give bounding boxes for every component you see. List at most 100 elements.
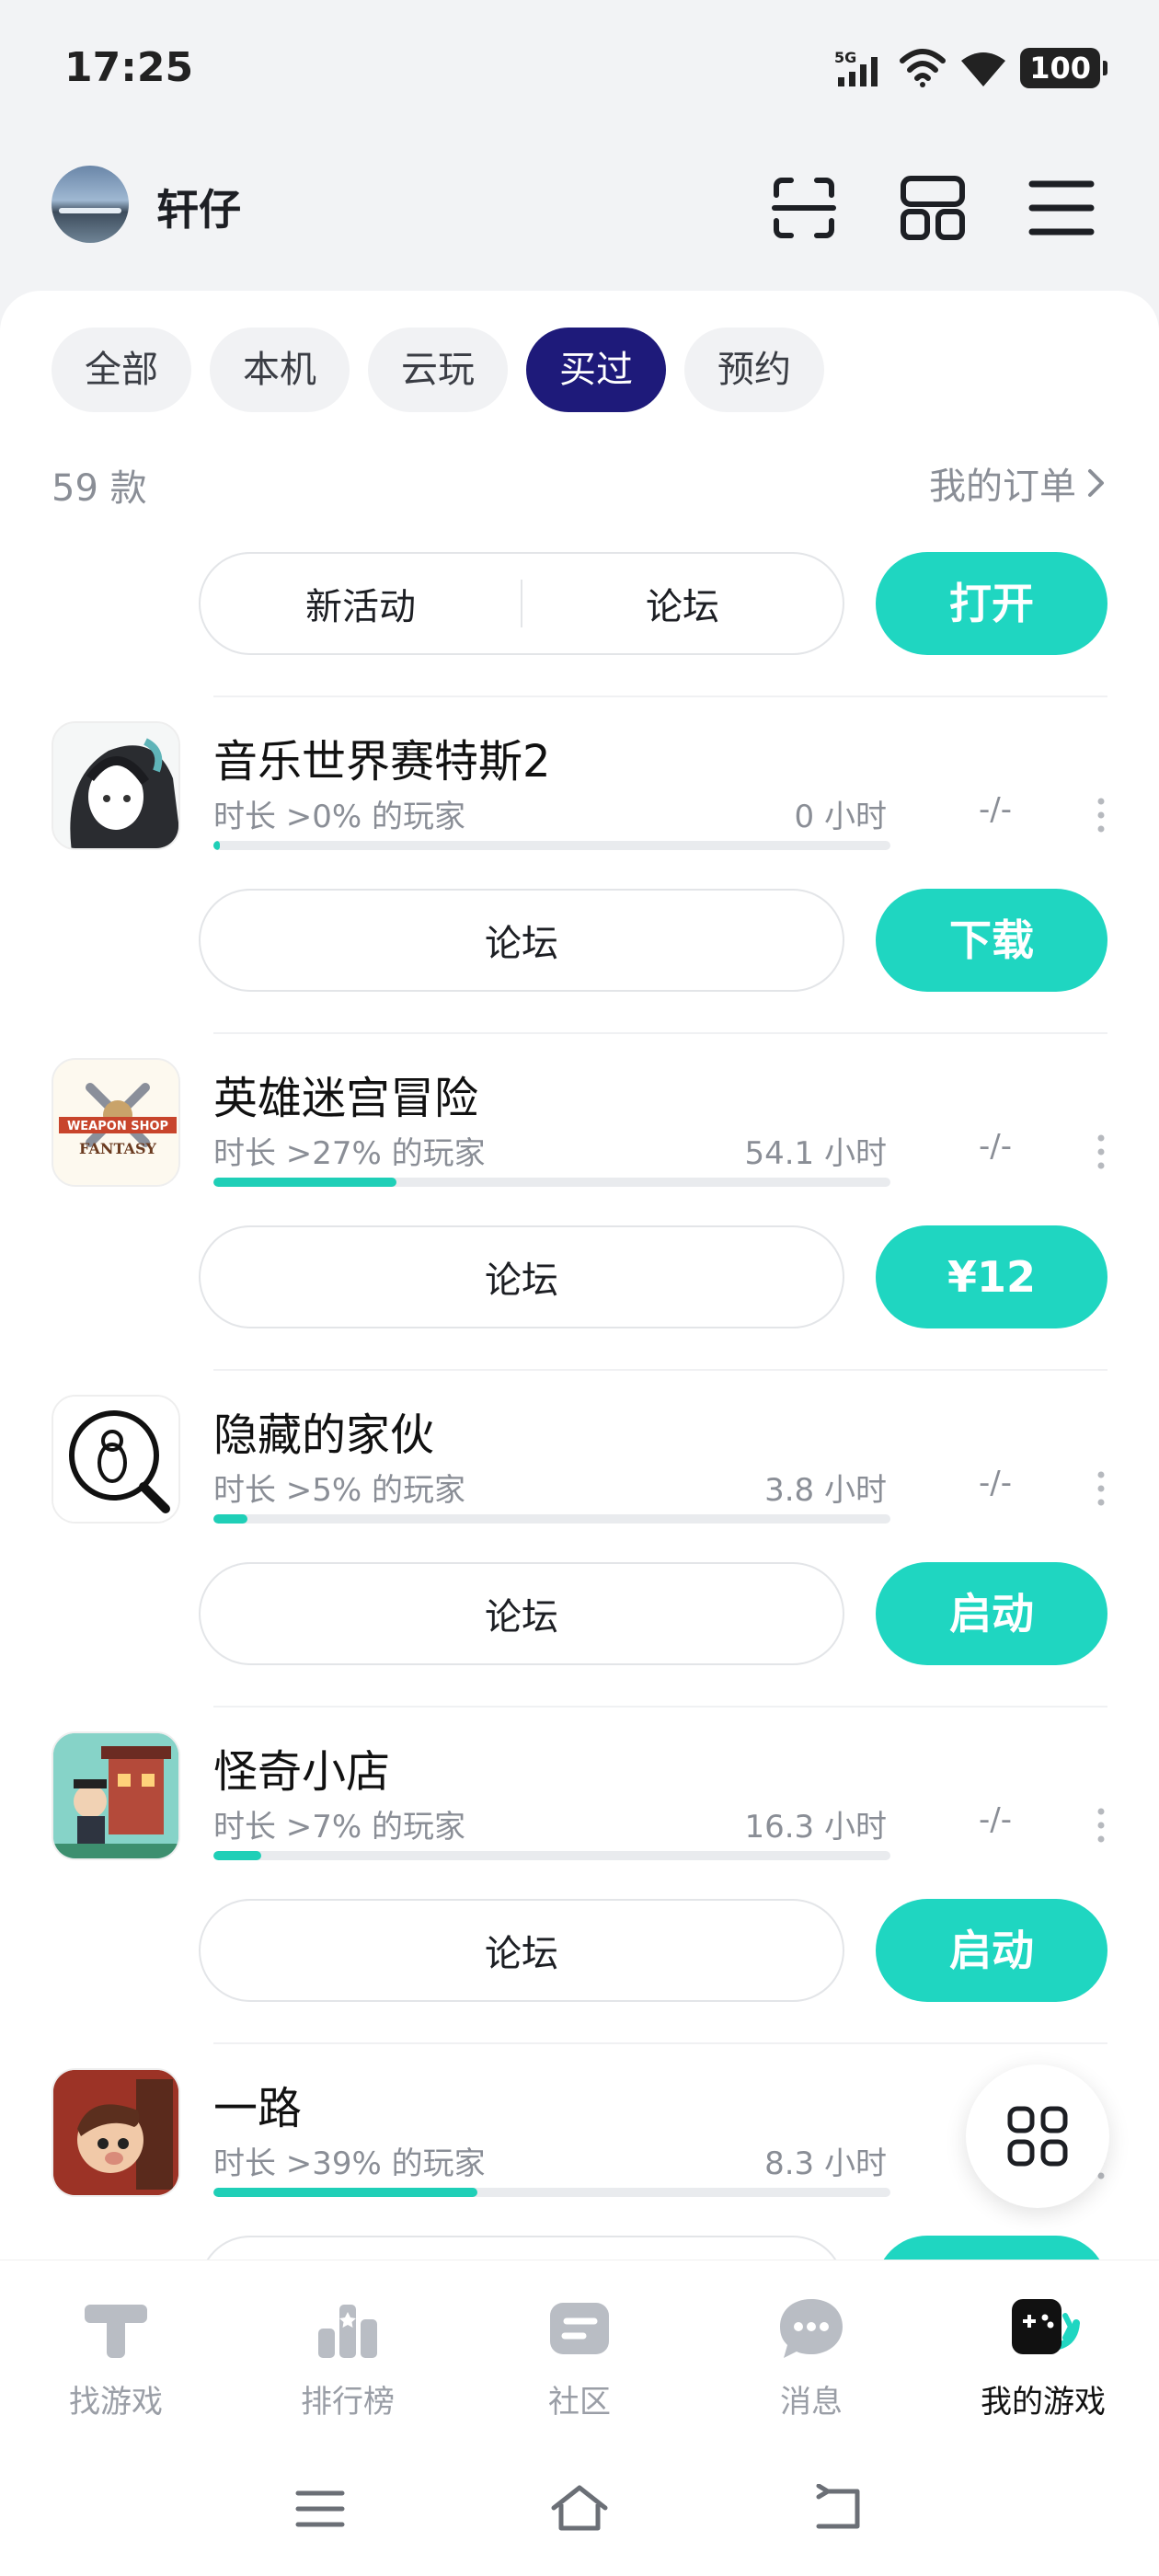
divider: [213, 1032, 1107, 1034]
progress-fill: [213, 1851, 261, 1860]
nav-my-games[interactable]: 我的游戏: [927, 2260, 1159, 2453]
nav-label: 排行榜: [301, 2384, 395, 2421]
game-icon: [52, 2068, 180, 2197]
game-icon: [52, 1731, 180, 1860]
layout-grid-icon[interactable]: [898, 173, 968, 243]
rating: -/-: [979, 1128, 1012, 1165]
game-item[interactable]: 隐藏的家伙 时长 >5% 的玩家 3.8 小时 -/- 论坛 启动: [0, 1395, 1159, 1731]
playtime-stat: 时长 >5% 的玩家: [213, 1472, 466, 1509]
floating-grid-button[interactable]: [966, 2064, 1109, 2208]
tab-local[interactable]: 本机: [210, 328, 350, 412]
playtime-stat: 时长 >39% 的玩家: [213, 2145, 486, 2182]
game-list[interactable]: 新活动 论坛 打开 音乐世界赛特斯2 时长 >0% 的玩家 0 小时 -/- 论…: [0, 532, 1159, 2260]
launch-button[interactable]: 启动: [876, 1562, 1107, 1665]
game-title: 音乐世界赛特斯2: [213, 736, 551, 788]
game-icon: WEAPON SHOP FANTASY: [52, 1058, 180, 1187]
more-options-icon[interactable]: [1095, 1470, 1107, 1507]
app-header: 轩仔: [0, 156, 1159, 258]
more-options-icon[interactable]: [1095, 1133, 1107, 1170]
tab-all[interactable]: 全部: [52, 328, 191, 412]
svg-text:WEAPON SHOP: WEAPON SHOP: [67, 1120, 168, 1133]
menu-icon[interactable]: [1027, 173, 1096, 243]
new-activity-button[interactable]: 新活动: [201, 577, 521, 630]
tab-purchased[interactable]: 买过: [526, 328, 666, 412]
grid-icon: [1007, 2106, 1068, 2167]
message-icon: [780, 2299, 843, 2358]
progress-fill: [213, 2188, 478, 2197]
wifi-icon: [900, 49, 947, 87]
game-title: 隐藏的家伙: [213, 1409, 435, 1461]
anime-girl-art-icon: [53, 723, 178, 848]
system-navigation-bar: [0, 2453, 1159, 2576]
nav-ranking[interactable]: 排行榜: [232, 2260, 464, 2453]
progress-bar: [213, 1851, 890, 1860]
progress-fill: [213, 841, 221, 850]
more-options-icon[interactable]: [1095, 1807, 1107, 1844]
forum-button[interactable]: 论坛: [201, 1250, 843, 1304]
playtime-hours: 3.8 小时: [764, 1472, 887, 1509]
home-icon[interactable]: [548, 2482, 611, 2534]
nav-messages[interactable]: 消息: [695, 2260, 927, 2453]
content-card: 全部 本机 云玩 买过 预约 59 款 我的订单 新活动 论坛 打开 音乐世界赛…: [0, 291, 1159, 2260]
launch-button[interactable]: 启动: [876, 1899, 1107, 2002]
my-orders-link[interactable]: 我的订单: [929, 456, 1107, 510]
rating: -/-: [979, 791, 1012, 828]
weapon-shop-logo-icon: WEAPON SHOP FANTASY: [53, 1060, 178, 1185]
battery-indicator: 100: [1020, 48, 1107, 88]
forum-button[interactable]: 论坛: [201, 914, 843, 967]
rating: -/-: [979, 1801, 1012, 1838]
launch-button[interactable]: 启动: [876, 2236, 1107, 2260]
my-orders-label: 我的订单: [929, 466, 1076, 508]
forum-button[interactable]: 论坛: [201, 1587, 843, 1640]
progress-bar: [213, 841, 890, 850]
chevron-right-icon: [1088, 469, 1104, 497]
nav-find-games[interactable]: 找游戏: [0, 2260, 232, 2453]
nav-label: 消息: [780, 2384, 843, 2421]
status-icons: 5G 100: [834, 48, 1107, 88]
cartoon-boy-icon: [53, 2070, 178, 2195]
buy-price-button[interactable]: ¥12: [876, 1225, 1107, 1328]
game-icon: [52, 721, 180, 850]
secondary-actions: 论坛: [199, 2236, 844, 2260]
nav-community[interactable]: 社区: [464, 2260, 695, 2453]
game-item[interactable]: WEAPON SHOP FANTASY 英雄迷宫冒险 时长 >27% 的玩家 5…: [0, 1058, 1159, 1395]
svg-text:5G: 5G: [834, 49, 856, 66]
playtime-hours: 16.3 小时: [744, 1809, 887, 1846]
back-icon[interactable]: [809, 2484, 865, 2534]
username[interactable]: 轩仔: [156, 177, 241, 237]
game-item[interactable]: 音乐世界赛特斯2 时长 >0% 的玩家 0 小时 -/- 论坛 下载: [0, 721, 1159, 1058]
playtime-hours: 54.1 小时: [744, 1135, 887, 1172]
open-button[interactable]: 打开: [876, 552, 1107, 655]
bottom-navigation: 找游戏 排行榜 社区 消息 我的游戏: [0, 2260, 1159, 2453]
community-icon: [550, 2303, 609, 2354]
progress-fill: [213, 1514, 247, 1524]
avatar[interactable]: [52, 166, 129, 243]
wifi-icon-secondary: [961, 52, 1006, 86]
tab-reserved[interactable]: 预约: [684, 328, 824, 412]
magnifier-character-icon: [53, 1397, 178, 1522]
forum-button[interactable]: 论坛: [522, 577, 843, 630]
tab-cloud[interactable]: 云玩: [368, 328, 508, 412]
secondary-actions: 论坛: [199, 1562, 844, 1665]
progress-fill: [213, 1178, 396, 1187]
nav-label: 找游戏: [69, 2384, 163, 2421]
filter-tabs: 全部 本机 云玩 买过 预约: [52, 328, 824, 412]
recent-apps-icon[interactable]: [293, 2486, 348, 2532]
more-options-icon[interactable]: [1095, 797, 1107, 834]
playtime-stat: 时长 >7% 的玩家: [213, 1809, 466, 1846]
forum-button[interactable]: 论坛: [201, 1924, 843, 1977]
game-item[interactable]: 怪奇小店 时长 >7% 的玩家 16.3 小时 -/- 论坛 启动: [0, 1731, 1159, 2068]
download-button[interactable]: 下载: [876, 889, 1107, 992]
divider: [213, 696, 1107, 697]
divider: [213, 1706, 1107, 1708]
scan-icon[interactable]: [769, 173, 839, 243]
nav-label: 社区: [548, 2384, 611, 2421]
game-item-partial: 新活动 论坛 打开: [0, 532, 1159, 721]
playtime-hours: 0 小时: [794, 799, 887, 835]
playtime-stat: 时长 >27% 的玩家: [213, 1135, 486, 1172]
secondary-actions: 论坛: [199, 1899, 844, 2002]
game-title: 英雄迷宫冒险: [213, 1073, 479, 1124]
progress-bar: [213, 2188, 890, 2197]
shop-building-icon: [53, 1733, 178, 1858]
ranking-icon: [318, 2305, 377, 2358]
